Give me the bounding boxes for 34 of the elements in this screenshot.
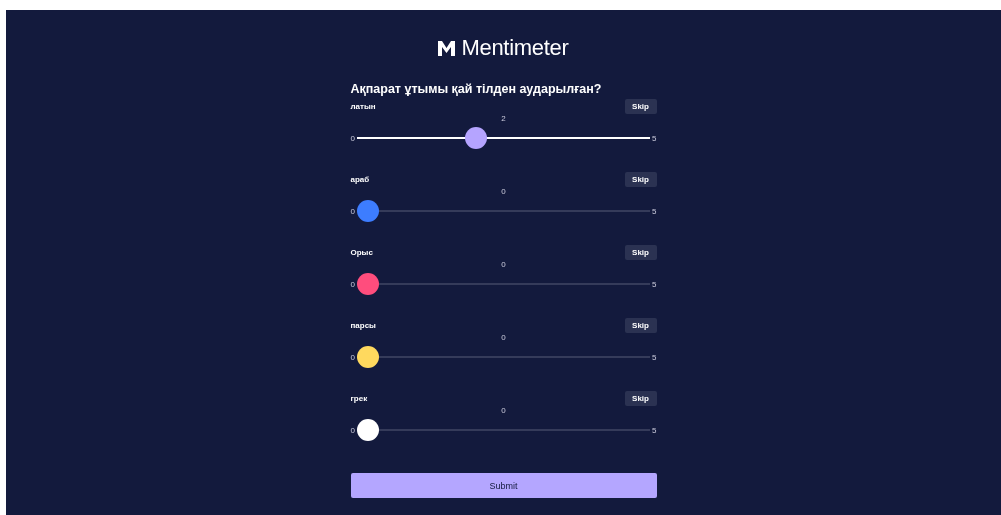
scale-max-label: 5 bbox=[652, 425, 657, 435]
statement-label: араб bbox=[350, 174, 370, 184]
submit-button[interactable]: Submit bbox=[350, 473, 657, 498]
skip-button[interactable]: Skip bbox=[624, 244, 657, 260]
logo-text: Mentimeter bbox=[461, 35, 569, 61]
question-title: Ақпарат ұтымы қай тілден аударылған? bbox=[350, 82, 603, 96]
scale-min-label: 0 bbox=[350, 206, 355, 216]
skip-button[interactable]: Skip bbox=[624, 171, 657, 187]
statement-label: парсы bbox=[350, 320, 376, 330]
slider-value: 2 bbox=[501, 114, 506, 123]
slider-thumb[interactable] bbox=[356, 273, 379, 295]
slider-value: 0 bbox=[501, 187, 506, 196]
slider-thumb[interactable] bbox=[465, 127, 488, 149]
scale-max-label: 5 bbox=[652, 279, 657, 289]
slider-thumb[interactable] bbox=[356, 346, 379, 368]
statement-label: латын bbox=[350, 101, 376, 111]
slider-value: 0 bbox=[501, 406, 506, 415]
scale-max-label: 5 bbox=[652, 352, 657, 362]
slider-thumb[interactable] bbox=[356, 200, 379, 222]
statement-label: грек bbox=[350, 393, 368, 403]
scale-min-label: 0 bbox=[350, 425, 355, 435]
scale-min-label: 0 bbox=[350, 133, 355, 143]
scale-min-label: 0 bbox=[350, 279, 355, 289]
scale-max-label: 5 bbox=[652, 206, 657, 216]
scale-min-label: 0 bbox=[350, 352, 355, 362]
slider-value: 0 bbox=[501, 260, 506, 269]
statement-label: Орыс bbox=[350, 247, 373, 257]
skip-button[interactable]: Skip bbox=[624, 98, 657, 114]
slider-value: 0 bbox=[501, 333, 506, 342]
skip-button[interactable]: Skip bbox=[624, 390, 657, 406]
logo-icon bbox=[438, 40, 456, 56]
slider-thumb[interactable] bbox=[356, 419, 379, 441]
skip-button[interactable]: Skip bbox=[624, 317, 657, 333]
scale-max-label: 5 bbox=[652, 133, 657, 143]
